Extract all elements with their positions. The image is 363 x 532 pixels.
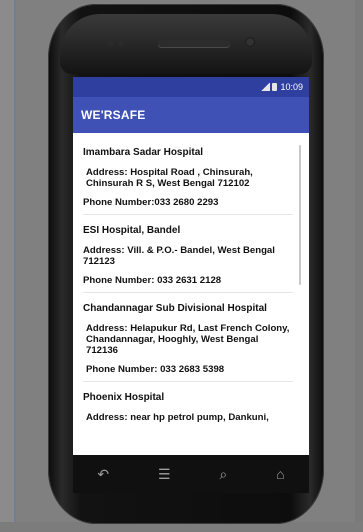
- scrollbar[interactable]: [299, 145, 301, 285]
- hospital-phone: Phone Number: 033 2631 2128: [83, 275, 222, 286]
- app-bar: WE'RSAFE: [73, 97, 309, 133]
- back-icon[interactable]: ↶: [97, 466, 109, 483]
- editor-left-line: [14, 0, 16, 532]
- hospital-address: Address: Helapukur Rd, Last French Colon…: [86, 323, 290, 356]
- front-camera: [245, 37, 255, 47]
- hospital-address: Address: Vill. & P.O.- Bandel, West Beng…: [83, 245, 275, 267]
- hospital-address: Address: Hospital Road , Chinsurah, Chin…: [86, 167, 253, 189]
- editor-left-strip: [0, 0, 16, 532]
- hospital-phone: Phone Number:033 2680 2293: [83, 197, 219, 208]
- hospital-list[interactable]: Imambara Sadar Hospital Address: Hospita…: [73, 133, 309, 455]
- home-icon[interactable]: ⌂: [276, 466, 284, 482]
- list-item[interactable]: Chandannagar Sub Divisional Hospital Add…: [83, 293, 293, 382]
- status-bar: 10:09: [73, 77, 309, 97]
- editor-right-strip: [355, 0, 363, 532]
- sensor-dot: [108, 40, 114, 46]
- hospital-name: ESI Hospital, Bandel: [83, 225, 181, 236]
- menu-icon[interactable]: ☰: [158, 466, 171, 483]
- hospital-name: Imambara Sadar Hospital: [83, 147, 204, 158]
- hospital-phone: Phone Number: 033 2683 5398: [86, 364, 225, 375]
- phone-screen: 10:09 WE'RSAFE Imambara Sadar Hospital A…: [73, 77, 309, 455]
- hospital-address: Address: near hp petrol pump, Dankuni,: [86, 412, 269, 423]
- status-icons: [260, 83, 278, 91]
- signal-icon: [260, 83, 271, 91]
- hospital-name: Phoenix Hospital: [83, 392, 165, 403]
- status-time: 10:09: [280, 82, 303, 92]
- list-item[interactable]: Imambara Sadar Hospital Address: Hospita…: [83, 133, 293, 215]
- navigation-bar: ↶ ☰ ⌕ ⌂: [73, 455, 309, 493]
- app-title: WE'RSAFE: [81, 108, 146, 122]
- list-item[interactable]: ESI Hospital, Bandel Address: Vill. & P.…: [83, 215, 293, 293]
- hospital-name: Chandannagar Sub Divisional Hospital: [83, 303, 267, 314]
- earpiece-speaker: [158, 40, 230, 47]
- list-item[interactable]: Phoenix Hospital Address: near hp petrol…: [83, 382, 293, 429]
- sensor-dot: [118, 40, 124, 46]
- search-icon[interactable]: ⌕: [219, 466, 227, 483]
- battery-icon: [272, 83, 278, 91]
